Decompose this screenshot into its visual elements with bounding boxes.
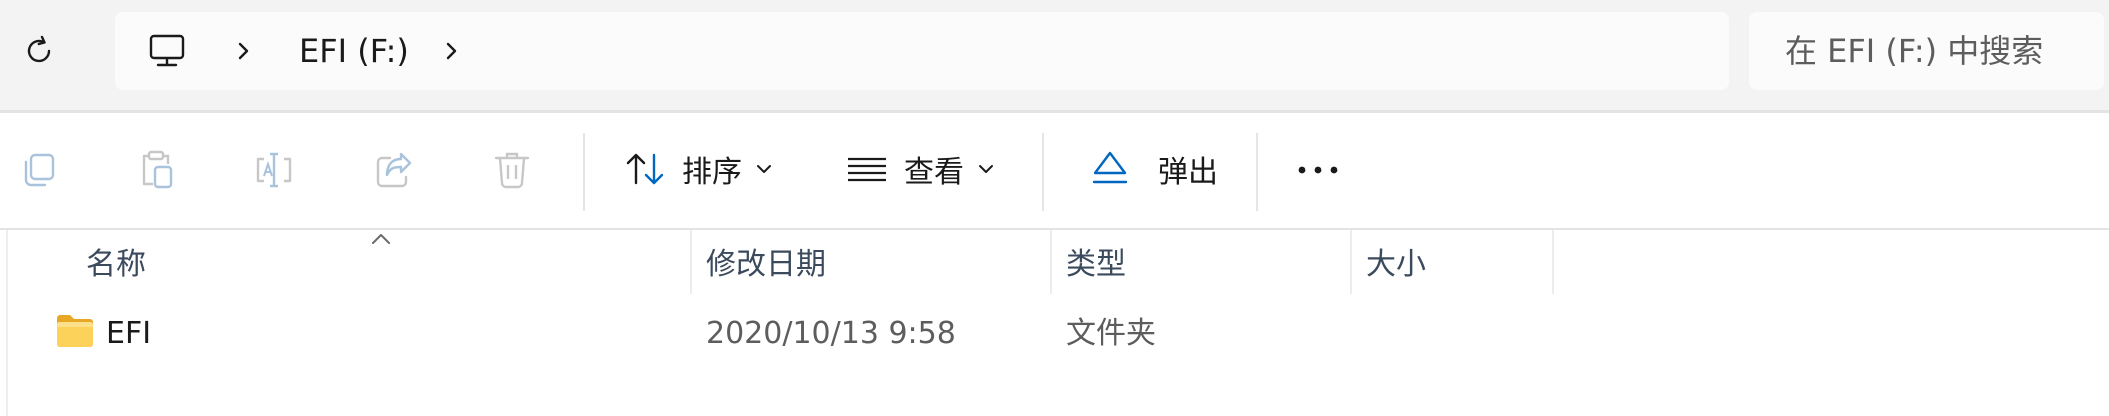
sort-button[interactable]: 排序 xyxy=(624,141,772,197)
rename-button[interactable] xyxy=(252,148,296,192)
command-separator xyxy=(1042,133,1044,211)
chevron-right-icon xyxy=(446,42,457,60)
refresh-button[interactable] xyxy=(16,28,62,74)
view-button[interactable]: 查看 xyxy=(846,141,994,197)
file-date-modified: 2020/10/13 9:58 xyxy=(706,316,956,351)
computer-icon xyxy=(149,34,185,67)
share-icon xyxy=(376,152,412,188)
chevron-right-icon xyxy=(238,42,249,60)
share-button[interactable] xyxy=(372,148,416,192)
refresh-icon xyxy=(27,35,51,63)
eject-icon xyxy=(1092,151,1128,184)
copy-icon xyxy=(24,153,55,187)
column-separator[interactable] xyxy=(690,230,692,294)
sort-ascending-icon xyxy=(372,234,390,244)
table-row[interactable]: EFI 2020/10/13 9:58 文件夹 xyxy=(10,305,2100,361)
column-header-type[interactable]: 类型 xyxy=(1066,240,1126,290)
breadcrumb-item-efi-drive[interactable]: EFI (F:) xyxy=(299,30,409,72)
breadcrumb-chevron[interactable] xyxy=(435,34,469,68)
chevron-down-icon xyxy=(756,164,772,174)
search-placeholder: 在 EFI (F:) 中搜索 xyxy=(1785,32,2044,70)
column-header-size[interactable]: 大小 xyxy=(1366,240,1426,290)
folder-icon xyxy=(57,315,93,347)
breadcrumb-chevron[interactable] xyxy=(227,34,261,68)
column-separator[interactable] xyxy=(1350,230,1352,294)
delete-icon xyxy=(494,152,530,189)
column-separator[interactable] xyxy=(1552,230,1554,294)
eject-label: 弹出 xyxy=(1158,155,1218,190)
column-header-date-modified[interactable]: 修改日期 xyxy=(706,240,826,290)
sort-label: 排序 xyxy=(682,155,742,190)
breadcrumb-this-pc[interactable] xyxy=(145,29,189,73)
sort-icon xyxy=(626,153,664,185)
view-list-icon xyxy=(848,157,886,182)
more-options-button[interactable] xyxy=(1296,148,1340,192)
breadcrumb[interactable]: EFI (F:) xyxy=(115,12,1729,90)
delete-button[interactable] xyxy=(490,148,534,192)
view-label: 查看 xyxy=(904,155,964,190)
column-header-name[interactable]: 名称 xyxy=(86,240,146,290)
copy-button[interactable] xyxy=(16,148,60,192)
list-edge xyxy=(6,230,8,416)
command-separator xyxy=(1256,133,1258,211)
paste-icon xyxy=(142,150,173,189)
address-bar-row: EFI (F:) 在 EFI (F:) 中搜索 xyxy=(0,0,2109,110)
chevron-down-icon xyxy=(978,164,994,174)
file-list: 名称 修改日期 类型 大小 EFI 2020/10/13 9:58 文件夹 xyxy=(0,230,2109,416)
file-name: EFI xyxy=(106,316,152,351)
eject-button[interactable]: 弹出 xyxy=(1090,141,1218,197)
command-bar: 排序 查看 弹出 xyxy=(0,113,2109,228)
file-type: 文件夹 xyxy=(1066,316,1156,351)
search-input[interactable]: 在 EFI (F:) 中搜索 xyxy=(1749,12,2104,90)
more-icon xyxy=(1298,166,1338,174)
paste-button[interactable] xyxy=(134,148,178,192)
column-separator[interactable] xyxy=(1050,230,1052,294)
command-separator xyxy=(583,133,585,211)
rename-icon xyxy=(256,152,292,188)
